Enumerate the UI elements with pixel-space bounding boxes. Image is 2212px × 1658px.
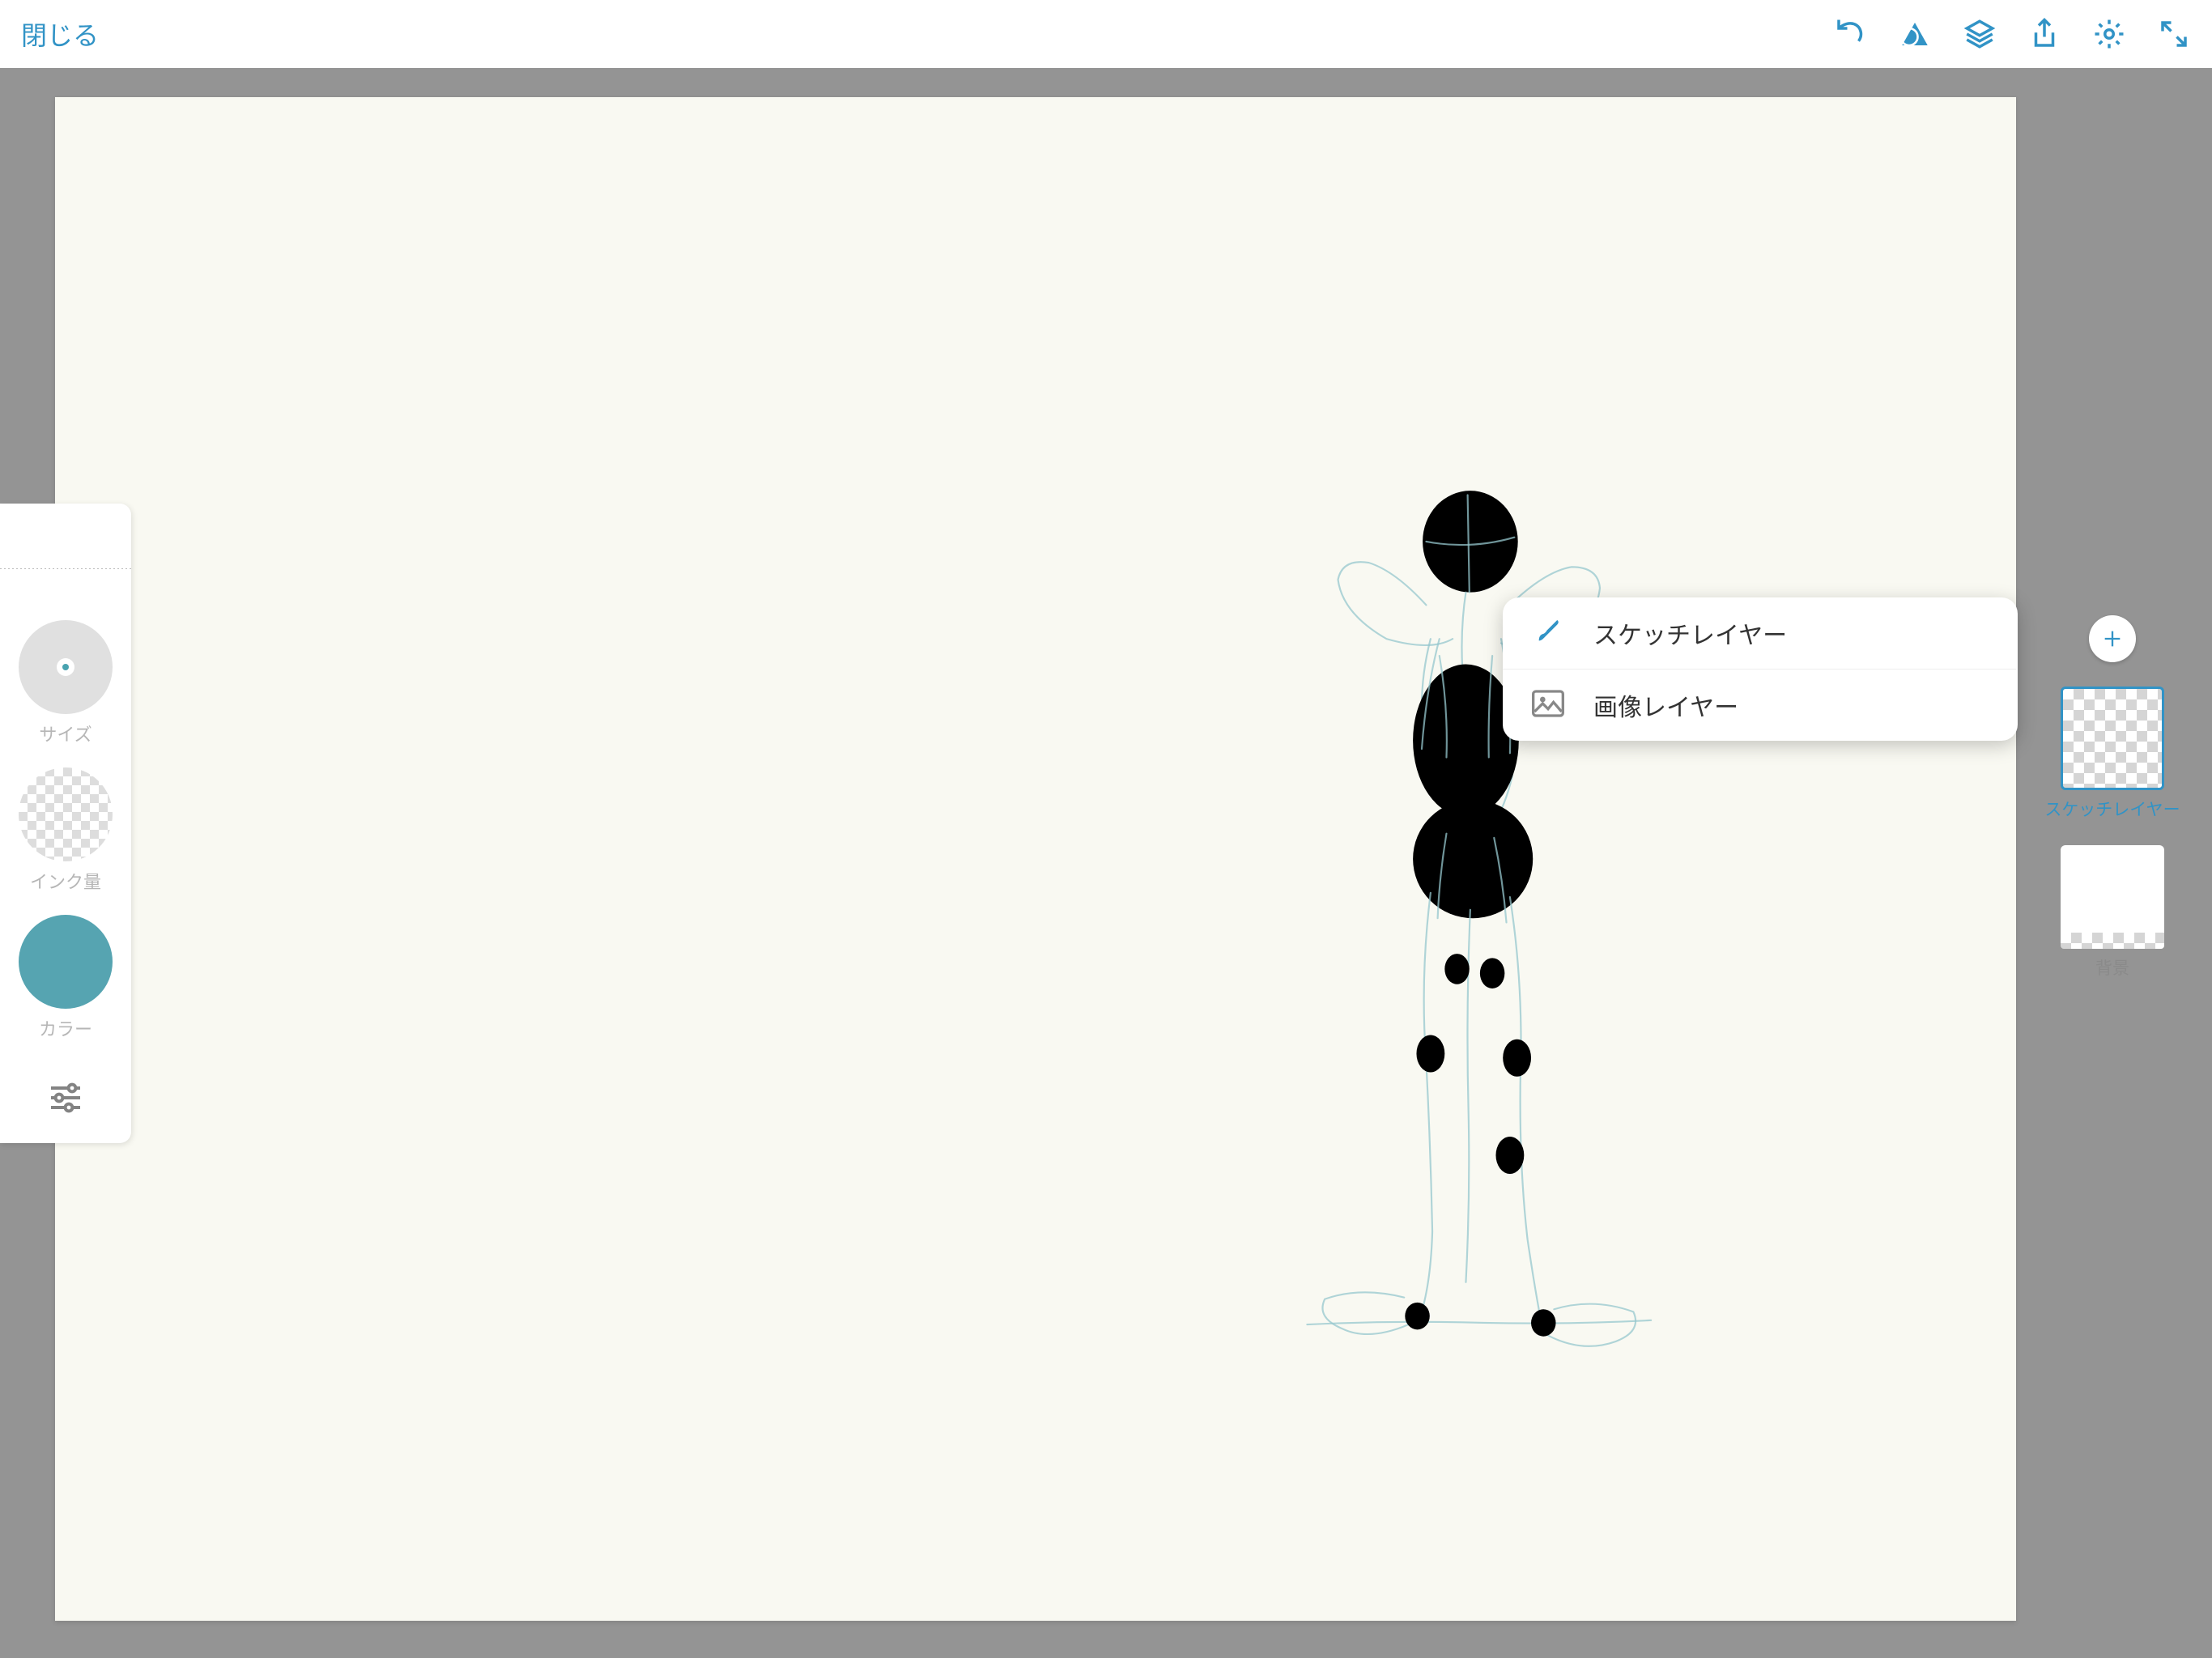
color-label: カラー xyxy=(39,1015,92,1041)
ink-circle-icon xyxy=(19,767,113,861)
layer-label: スケッチレイヤー xyxy=(2044,797,2180,821)
adjustments-button[interactable] xyxy=(46,1078,85,1121)
color-circle-icon xyxy=(19,915,113,1009)
layer-label: 背景 xyxy=(2095,955,2129,980)
canvas-area xyxy=(0,68,2212,1658)
layer-thumb-icon xyxy=(2061,687,2164,790)
fullscreen-icon[interactable] xyxy=(2157,17,2191,51)
color-tool[interactable]: カラー xyxy=(19,915,113,1041)
layer-item-background[interactable]: 背景 xyxy=(2061,845,2164,980)
brush-stroke-preview xyxy=(0,536,131,604)
layer-item-sketch[interactable]: スケッチレイヤー xyxy=(2044,687,2180,821)
size-circle-icon xyxy=(19,620,113,714)
layer-panel: スケッチレイヤー 背景 xyxy=(2035,615,2189,980)
popover-label: スケッチレイヤー xyxy=(1593,615,1787,651)
settings-icon[interactable] xyxy=(2092,17,2126,51)
add-layer-button[interactable] xyxy=(2089,615,2136,662)
size-tool[interactable]: サイズ xyxy=(19,620,113,746)
layers-icon[interactable] xyxy=(1963,17,1997,51)
ink-tool[interactable]: インク量 xyxy=(19,767,113,894)
brush-icon xyxy=(1532,618,1564,649)
undo-icon[interactable] xyxy=(1833,17,1867,51)
left-tool-panel: サイズ インク量 カラー xyxy=(0,504,131,1143)
share-icon[interactable] xyxy=(2027,17,2061,51)
shape-icon[interactable] xyxy=(1898,17,1932,51)
drawing-canvas[interactable] xyxy=(55,97,2016,1621)
popover-item-sketch-layer[interactable]: スケッチレイヤー xyxy=(1503,597,2018,670)
ink-label: インク量 xyxy=(30,868,101,894)
popover-item-image-layer[interactable]: 画像レイヤー xyxy=(1503,670,2018,741)
top-toolbar: 閉じる xyxy=(0,0,2212,68)
size-label: サイズ xyxy=(39,721,91,746)
sketch-drawing xyxy=(55,97,2016,1621)
close-button[interactable]: 閉じる xyxy=(21,15,99,53)
layer-thumb-icon xyxy=(2061,845,2164,949)
image-icon xyxy=(1532,690,1564,721)
add-layer-popover: スケッチレイヤー 画像レイヤー xyxy=(1503,597,2018,741)
popover-label: 画像レイヤー xyxy=(1593,687,1738,723)
